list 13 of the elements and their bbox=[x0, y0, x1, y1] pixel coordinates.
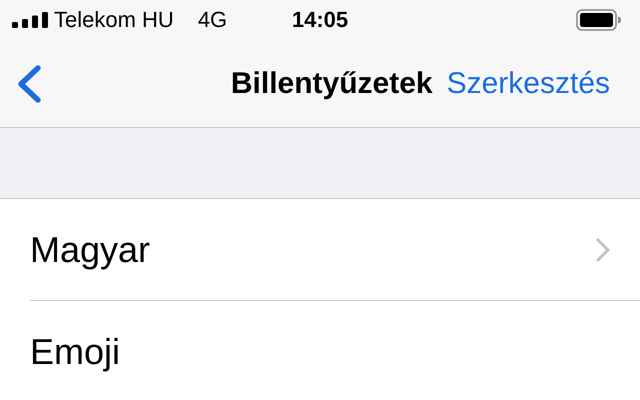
page-title: Billentyűzetek bbox=[230, 66, 433, 100]
keyboard-row[interactable]: Magyar bbox=[30, 199, 640, 301]
clock-time: 14:05 bbox=[292, 7, 348, 33]
battery-icon bbox=[576, 9, 622, 31]
back-chevron-icon bbox=[16, 64, 42, 102]
edit-link[interactable]: Szerkesztés bbox=[446, 66, 610, 100]
keyboard-row[interactable]: Emoji bbox=[30, 301, 640, 400]
carrier-name: Telekom HU bbox=[54, 7, 174, 33]
network-type: 4G bbox=[198, 7, 228, 33]
row-label: Magyar bbox=[30, 228, 150, 270]
chevron-icon bbox=[596, 238, 610, 262]
signal-icon bbox=[12, 12, 48, 28]
row-label: Emoji bbox=[30, 330, 120, 372]
